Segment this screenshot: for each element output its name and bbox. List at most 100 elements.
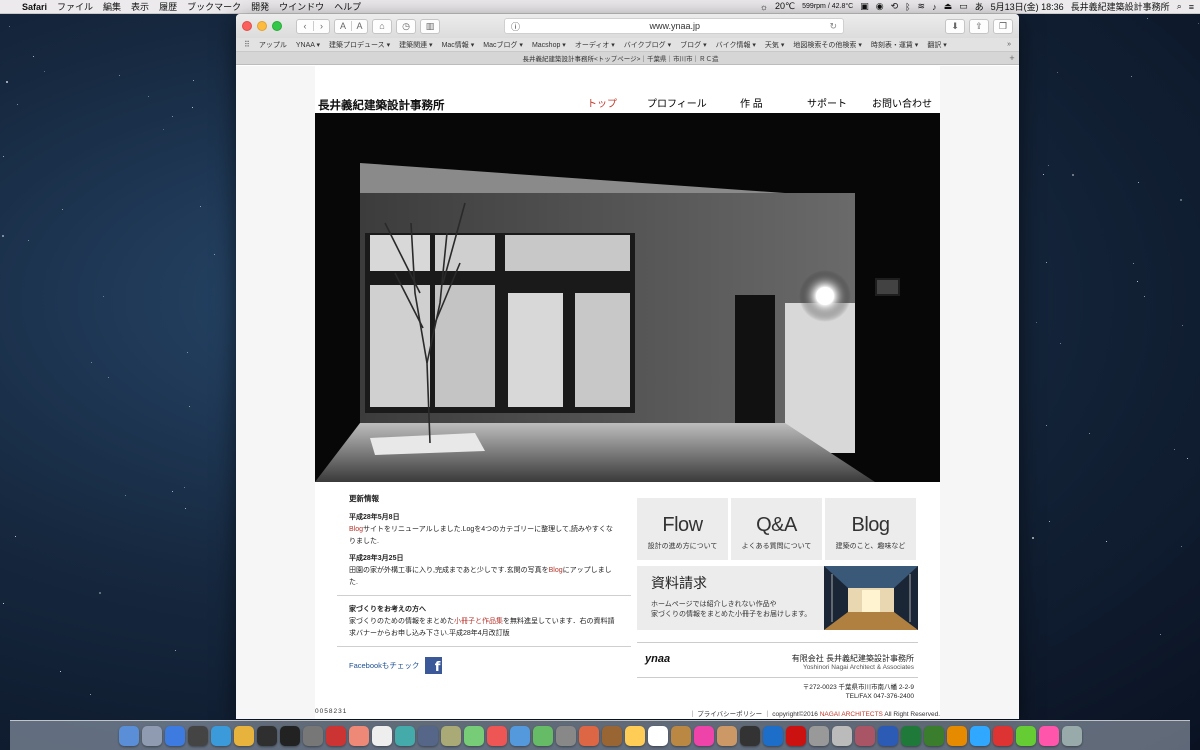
tab-ynaa-top[interactable]: 長井義紀建築設計事務所<トップページ>｜千葉県｜市川市｜ＲＣ造 (236, 53, 1005, 63)
dock-books-icon[interactable] (670, 725, 691, 746)
dock-wifi-icon[interactable] (210, 725, 231, 746)
eject-icon[interactable]: ⏏ (944, 1, 953, 12)
wifi-icon[interactable]: ≋ (918, 1, 926, 12)
dock-grapher-icon[interactable] (463, 725, 484, 746)
forward-icon[interactable]: › (313, 21, 329, 31)
menu-history[interactable]: 履歴 (159, 0, 177, 13)
bookmark-item[interactable]: 建築関連 ▾ (399, 40, 432, 50)
menu-view[interactable]: 表示 (131, 0, 149, 13)
dock-tools-icon[interactable] (601, 725, 622, 746)
menu-develop[interactable]: 開発 (251, 0, 269, 13)
tile-qa[interactable]: Q&A よくある質問について (731, 498, 822, 560)
dock-itunes-icon[interactable] (693, 725, 714, 746)
bookmark-item[interactable]: 地図検索その他検索 ▾ (793, 40, 861, 50)
dock-dashboard-icon[interactable] (187, 725, 208, 746)
bookmark-item[interactable]: YNAA ▾ (296, 41, 320, 49)
backup-icon[interactable]: ⟲ (891, 1, 899, 12)
facebook-link[interactable]: Facebookもチェック f (349, 657, 619, 674)
menubar-active-title[interactable]: 長井義紀建築設計事務所 (1071, 0, 1170, 13)
nav-works[interactable]: 作 品 (740, 95, 807, 110)
dock-vivaldi-icon[interactable] (992, 725, 1013, 746)
dock-mac-icon[interactable] (808, 725, 829, 746)
bookmark-item[interactable]: Macブログ ▾ (483, 40, 523, 50)
menubar-clock[interactable]: 5月13日(金) 18:36 (991, 0, 1064, 13)
booklet-link[interactable]: 小冊子と作品集 (454, 618, 503, 625)
dock-check-icon[interactable] (1015, 725, 1036, 746)
bookmark-item[interactable]: 時刻表・運賃 ▾ (871, 40, 918, 50)
graphics-icon[interactable]: ▣ (860, 1, 869, 12)
bookmark-item[interactable]: Mac情報 ▾ (442, 40, 475, 50)
dock-app-icon[interactable] (348, 725, 369, 746)
dock-textedit-icon[interactable] (371, 725, 392, 746)
menu-file[interactable]: ファイル (57, 0, 93, 13)
dock-activity-icon[interactable] (256, 725, 277, 746)
dock-clock-icon[interactable] (555, 725, 576, 746)
dock-mail-icon[interactable] (509, 725, 530, 746)
url-text[interactable]: www.ynaa.jp (520, 21, 829, 31)
site-logo[interactable]: 長井義紀建築設計事務所 (318, 97, 445, 113)
info-icon[interactable]: ⓘ (511, 20, 520, 33)
nav-top[interactable]: トップ (587, 95, 647, 110)
bookmark-item[interactable]: Macshop ▾ (532, 41, 566, 49)
dock-calendar-icon[interactable] (647, 725, 668, 746)
dock-chrome-icon[interactable] (233, 725, 254, 746)
reload-icon[interactable]: ↻ (829, 21, 837, 32)
dock-files-icon[interactable] (440, 725, 461, 746)
dock-word-icon[interactable] (877, 725, 898, 746)
menu-help[interactable]: ヘルプ (334, 0, 361, 13)
dock-system-prefs-icon[interactable] (302, 725, 323, 746)
dock-photos2-icon[interactable] (578, 725, 599, 746)
sun-icon[interactable]: ☼ (760, 2, 768, 12)
bookmark-item[interactable]: 翻訳 ▾ (927, 40, 946, 50)
dock-app2-icon[interactable] (831, 725, 852, 746)
dock-app3-icon[interactable] (854, 725, 875, 746)
spotlight-icon[interactable]: ⌕ (1177, 1, 1182, 12)
facebook-icon[interactable]: f (425, 657, 443, 674)
new-tab-icon[interactable]: + (1005, 53, 1019, 63)
request-materials-banner[interactable]: 資料請求 ホームページでは紹介しきれない作品や 家づくりの情報をまとめた小冊子を… (637, 566, 918, 630)
tabs-overview-icon[interactable]: ❐ (993, 18, 1013, 34)
dock-ps-icon[interactable] (969, 725, 990, 746)
fan-status[interactable]: 599rpm / 42.8°C (802, 3, 853, 10)
volume-icon[interactable]: ♪ (932, 2, 937, 12)
dock-safari-icon[interactable] (164, 725, 185, 746)
minimize-window-button[interactable] (257, 21, 267, 31)
menubar-app-name[interactable]: Safari (22, 2, 47, 12)
bookmark-item[interactable]: オーディオ ▾ (575, 40, 615, 50)
dock-dreamweaver-icon[interactable] (923, 725, 944, 746)
share-icon[interactable]: ⇪ (969, 18, 989, 34)
dock-excel-icon[interactable] (900, 725, 921, 746)
dock-home-icon[interactable] (417, 725, 438, 746)
bookmark-item[interactable]: 建築プロデュース ▾ (329, 40, 390, 50)
zoom-window-button[interactable] (272, 21, 282, 31)
dock-acrobat-icon[interactable] (785, 725, 806, 746)
notification-center-icon[interactable]: ≡ (1189, 2, 1194, 12)
bookmark-item[interactable]: 天気 ▾ (765, 40, 784, 50)
top-sites-icon[interactable]: ⠿ (244, 40, 250, 49)
dock-illustrator-icon[interactable] (946, 725, 967, 746)
menu-edit[interactable]: 編集 (103, 0, 121, 13)
text-smaller-icon[interactable]: A (335, 21, 351, 31)
history-icon[interactable]: ◷ (396, 18, 416, 34)
dock-reader-icon[interactable] (739, 725, 760, 746)
menu-bookmarks[interactable]: ブックマーク (187, 0, 241, 13)
dock-photoshop-icon[interactable] (762, 725, 783, 746)
address-bar[interactable]: ⓘ www.ynaa.jp ↻ (504, 18, 844, 34)
nav-profile[interactable]: プロフィール (647, 95, 740, 110)
tile-flow[interactable]: Flow 設計の進め方について (637, 498, 728, 560)
bookmark-item[interactable]: ブログ ▾ (680, 40, 706, 50)
dock-launchpad-icon[interactable] (141, 725, 162, 746)
privacy-policy-link[interactable]: ｜ プライバシーポリシー ｜ (689, 711, 770, 718)
menu-window[interactable]: ウインドウ (279, 0, 324, 13)
dock-terminal-icon[interactable] (279, 725, 300, 746)
dock-x11-icon[interactable] (325, 725, 346, 746)
bookmark-item[interactable]: アップル (259, 40, 287, 50)
home-icon[interactable]: ⌂ (372, 18, 392, 34)
blog-link[interactable]: Blog (349, 526, 363, 533)
bookmark-item[interactable]: バイクブログ ▾ (624, 40, 671, 50)
downloads-icon[interactable]: ⬇ (945, 18, 965, 34)
sync-icon[interactable]: ◉ (876, 1, 884, 12)
input-method-icon[interactable]: あ (975, 0, 984, 13)
facebook-label[interactable]: Facebookもチェック (349, 660, 419, 672)
bookmarks-overflow-icon[interactable]: » (1007, 41, 1011, 48)
